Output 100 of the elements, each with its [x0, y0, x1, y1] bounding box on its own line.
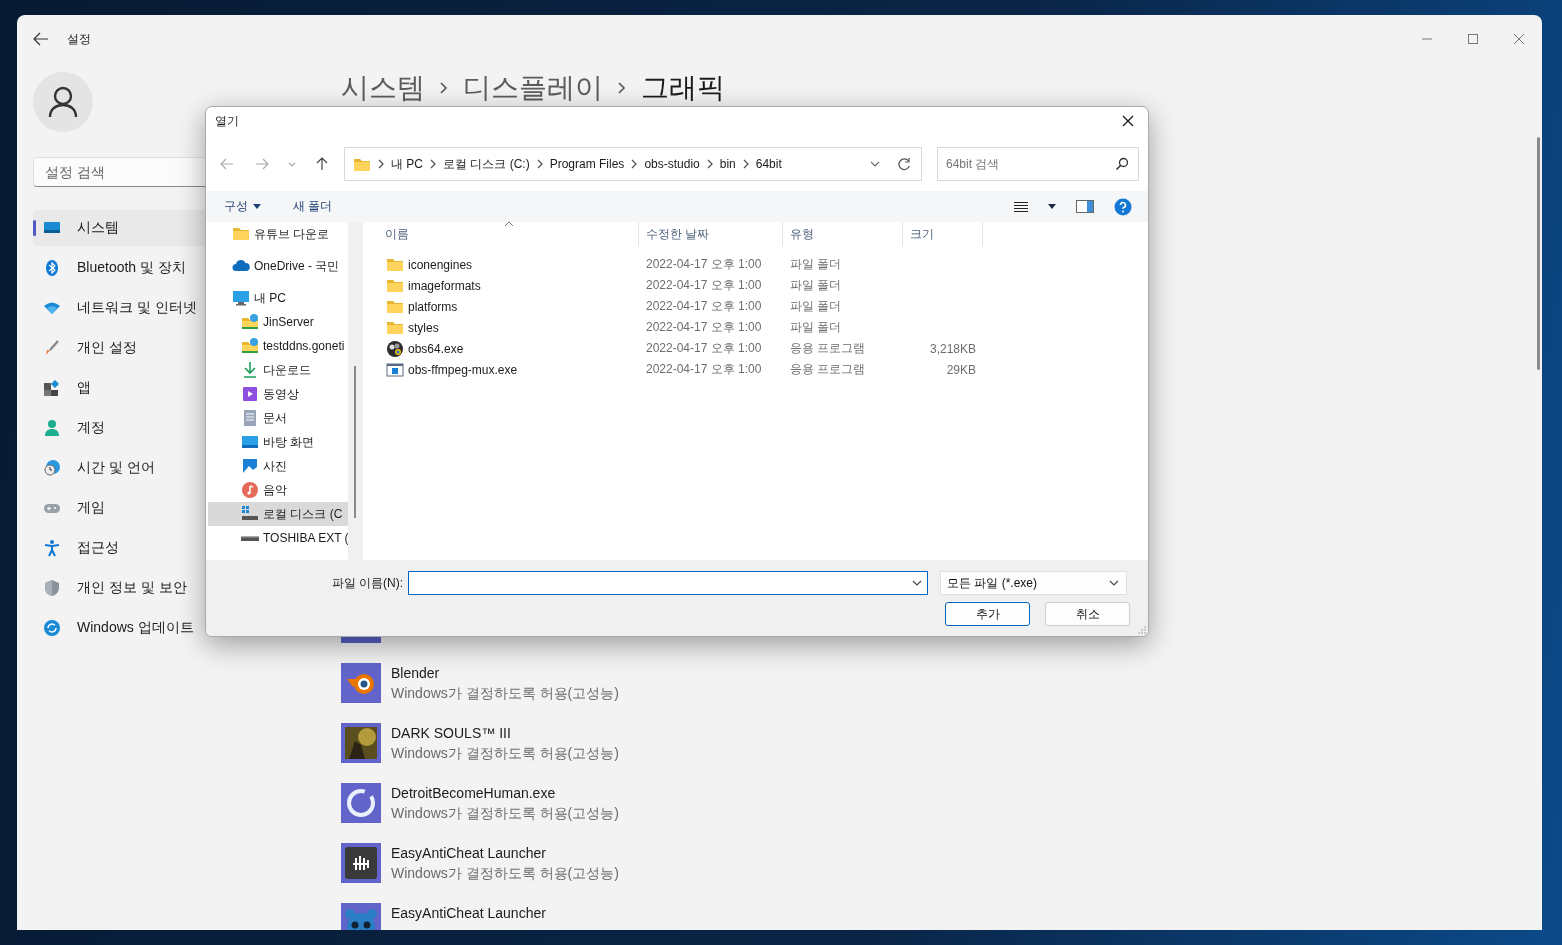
column-header[interactable]: 크기 [903, 222, 983, 246]
file-size: 29KB [945, 362, 977, 377]
file-type: 파일 폴더 [789, 256, 843, 273]
nav-item[interactable]: TOSHIBA EXT ( [208, 526, 348, 550]
help-icon [1114, 197, 1132, 216]
video-icon [241, 385, 259, 403]
chevron-icon [439, 80, 449, 96]
file-type: 파일 폴더 [789, 319, 843, 336]
nav-item[interactable]: 개인 정보 및 보안 [33, 570, 313, 606]
file-name[interactable]: styles [408, 320, 439, 335]
column-header[interactable]: 유형 [783, 222, 903, 246]
nav-item[interactable]: OneDrive - 국민 [208, 254, 348, 278]
up-arrow-icon[interactable] [315, 157, 329, 171]
path-segment[interactable]: obs-studio [644, 157, 700, 171]
path-segment[interactable]: bin [719, 157, 736, 171]
app-icon [341, 783, 381, 823]
path-segment[interactable]: 내 PC [391, 155, 423, 173]
file-type: 파일 폴더 [789, 277, 843, 294]
file-date: 2022-04-17 오후 1:00 [645, 277, 763, 294]
nav-item[interactable]: 음악 [208, 478, 348, 502]
nav-item[interactable]: 바탕 화면 [208, 430, 348, 454]
file-date: 2022-04-17 오후 1:00 [645, 298, 763, 315]
file-size: 3,218KB [928, 341, 977, 356]
search-field[interactable]: 64bit 검색 [937, 147, 1139, 181]
file-name[interactable]: obs-ffmpeg-mux.exe [408, 362, 518, 377]
app-name: EasyAntiCheat Launcher [391, 904, 546, 923]
nav-item[interactable]: 내 PC [208, 286, 348, 310]
breadcrumb-item[interactable]: 시스템 [341, 68, 425, 108]
file-date: 2022-04-17 오후 1:00 [645, 340, 763, 357]
file-name-field[interactable] [408, 571, 928, 595]
window-icon [386, 360, 404, 379]
nav-item[interactable]: Windows 업데이트 [33, 610, 313, 646]
path-segment[interactable]: 로컬 디스크 (C:) [443, 155, 530, 173]
nav-item[interactable]: 동영상 [208, 382, 348, 406]
path-segment[interactable]: 64bit [755, 157, 782, 171]
chevron-icon[interactable] [869, 159, 881, 169]
bluetooth-icon [43, 259, 61, 277]
app-icon [341, 663, 381, 703]
breadcrumb-item: 그래픽 [641, 71, 725, 105]
accessibility-icon [43, 539, 61, 557]
file-name[interactable]: iconengines [408, 257, 473, 272]
cancel-button[interactable]: 취소 [1045, 602, 1130, 626]
app-icon [341, 723, 381, 763]
file-type: 파일 폴더 [789, 298, 843, 315]
app-setting: Windows가 결정하도록 허용(고성능) [391, 684, 619, 703]
column-header[interactable]: 수정한 날짜 [639, 222, 783, 246]
forward-arrow-icon[interactable] [255, 157, 269, 171]
search-icon [1115, 157, 1129, 171]
document-icon [241, 409, 259, 427]
apps-icon [43, 379, 61, 397]
resize-grip[interactable] [1138, 626, 1146, 634]
nav-item[interactable]: JinServer [208, 310, 348, 334]
pane-icon [1076, 200, 1094, 213]
file-type: 응용 프로그램 [789, 340, 867, 357]
column-header[interactable]: 이름 [364, 222, 639, 246]
folder-icon [232, 225, 250, 243]
address-bar[interactable]: 내 PC 로컬 디스크 (C:) Program Files obs-studio bin 64bit [344, 147, 922, 181]
nav-item[interactable]: 문서 [208, 406, 348, 430]
file-date: 2022-04-17 오후 1:00 [645, 256, 763, 273]
refresh-icon[interactable] [897, 157, 911, 171]
drive-icon [241, 535, 259, 541]
photo-icon [241, 457, 259, 475]
app-name: DetroitBecomeHuman.exe [391, 784, 557, 803]
file-name[interactable]: imageformats [408, 278, 481, 293]
file-date: 2022-04-17 오후 1:00 [645, 361, 763, 378]
nav-item[interactable]: 로컬 디스크 (C [208, 502, 348, 526]
clock-icon [43, 459, 61, 477]
app-name: DARK SOULS™ III [391, 724, 512, 743]
folder-icon [353, 156, 371, 172]
file-type-dropdown[interactable]: 모든 파일 (*.exe) [940, 571, 1127, 595]
chevron-icon [617, 80, 627, 96]
update-icon [43, 619, 61, 637]
app-setting: Windows가 결정하도록 허용(고성능) [391, 804, 619, 823]
file-date: 2022-04-17 오후 1:00 [645, 319, 763, 336]
brush-icon [43, 339, 61, 357]
desktop-icon [241, 433, 259, 451]
chevron-icon [705, 159, 714, 169]
nav-item[interactable]: testddns.goneti [208, 334, 348, 358]
file-name[interactable]: obs64.exe [408, 341, 464, 356]
file-name[interactable]: platforms [408, 299, 458, 314]
app-setting: Windows가 결정하도록 허용(고성능) [391, 744, 619, 763]
person-icon [43, 419, 61, 437]
breadcrumb-item[interactable]: 디스플레이 [463, 68, 603, 108]
app-name: Blender [391, 664, 441, 683]
chevron-icon [535, 159, 544, 169]
network-folder-icon [241, 313, 259, 331]
path-segment[interactable]: Program Files [549, 157, 625, 171]
nav-item[interactable]: 사진 [208, 454, 348, 478]
scrollbar[interactable] [1537, 137, 1540, 370]
app-icon [341, 843, 381, 883]
app-name: EasyAntiCheat Launcher [391, 844, 547, 863]
scrollbar[interactable] [354, 366, 356, 518]
maximize-icon[interactable] [1466, 33, 1480, 45]
shield-icon [43, 579, 61, 597]
nav-item[interactable]: 다운로드 [208, 358, 348, 382]
window-title: 설정 [67, 30, 91, 48]
add-button[interactable]: 추가 [945, 602, 1030, 626]
dialog-title: 열기 [215, 112, 239, 130]
chevron-icon[interactable] [911, 578, 923, 588]
close-icon[interactable] [1122, 115, 1134, 127]
